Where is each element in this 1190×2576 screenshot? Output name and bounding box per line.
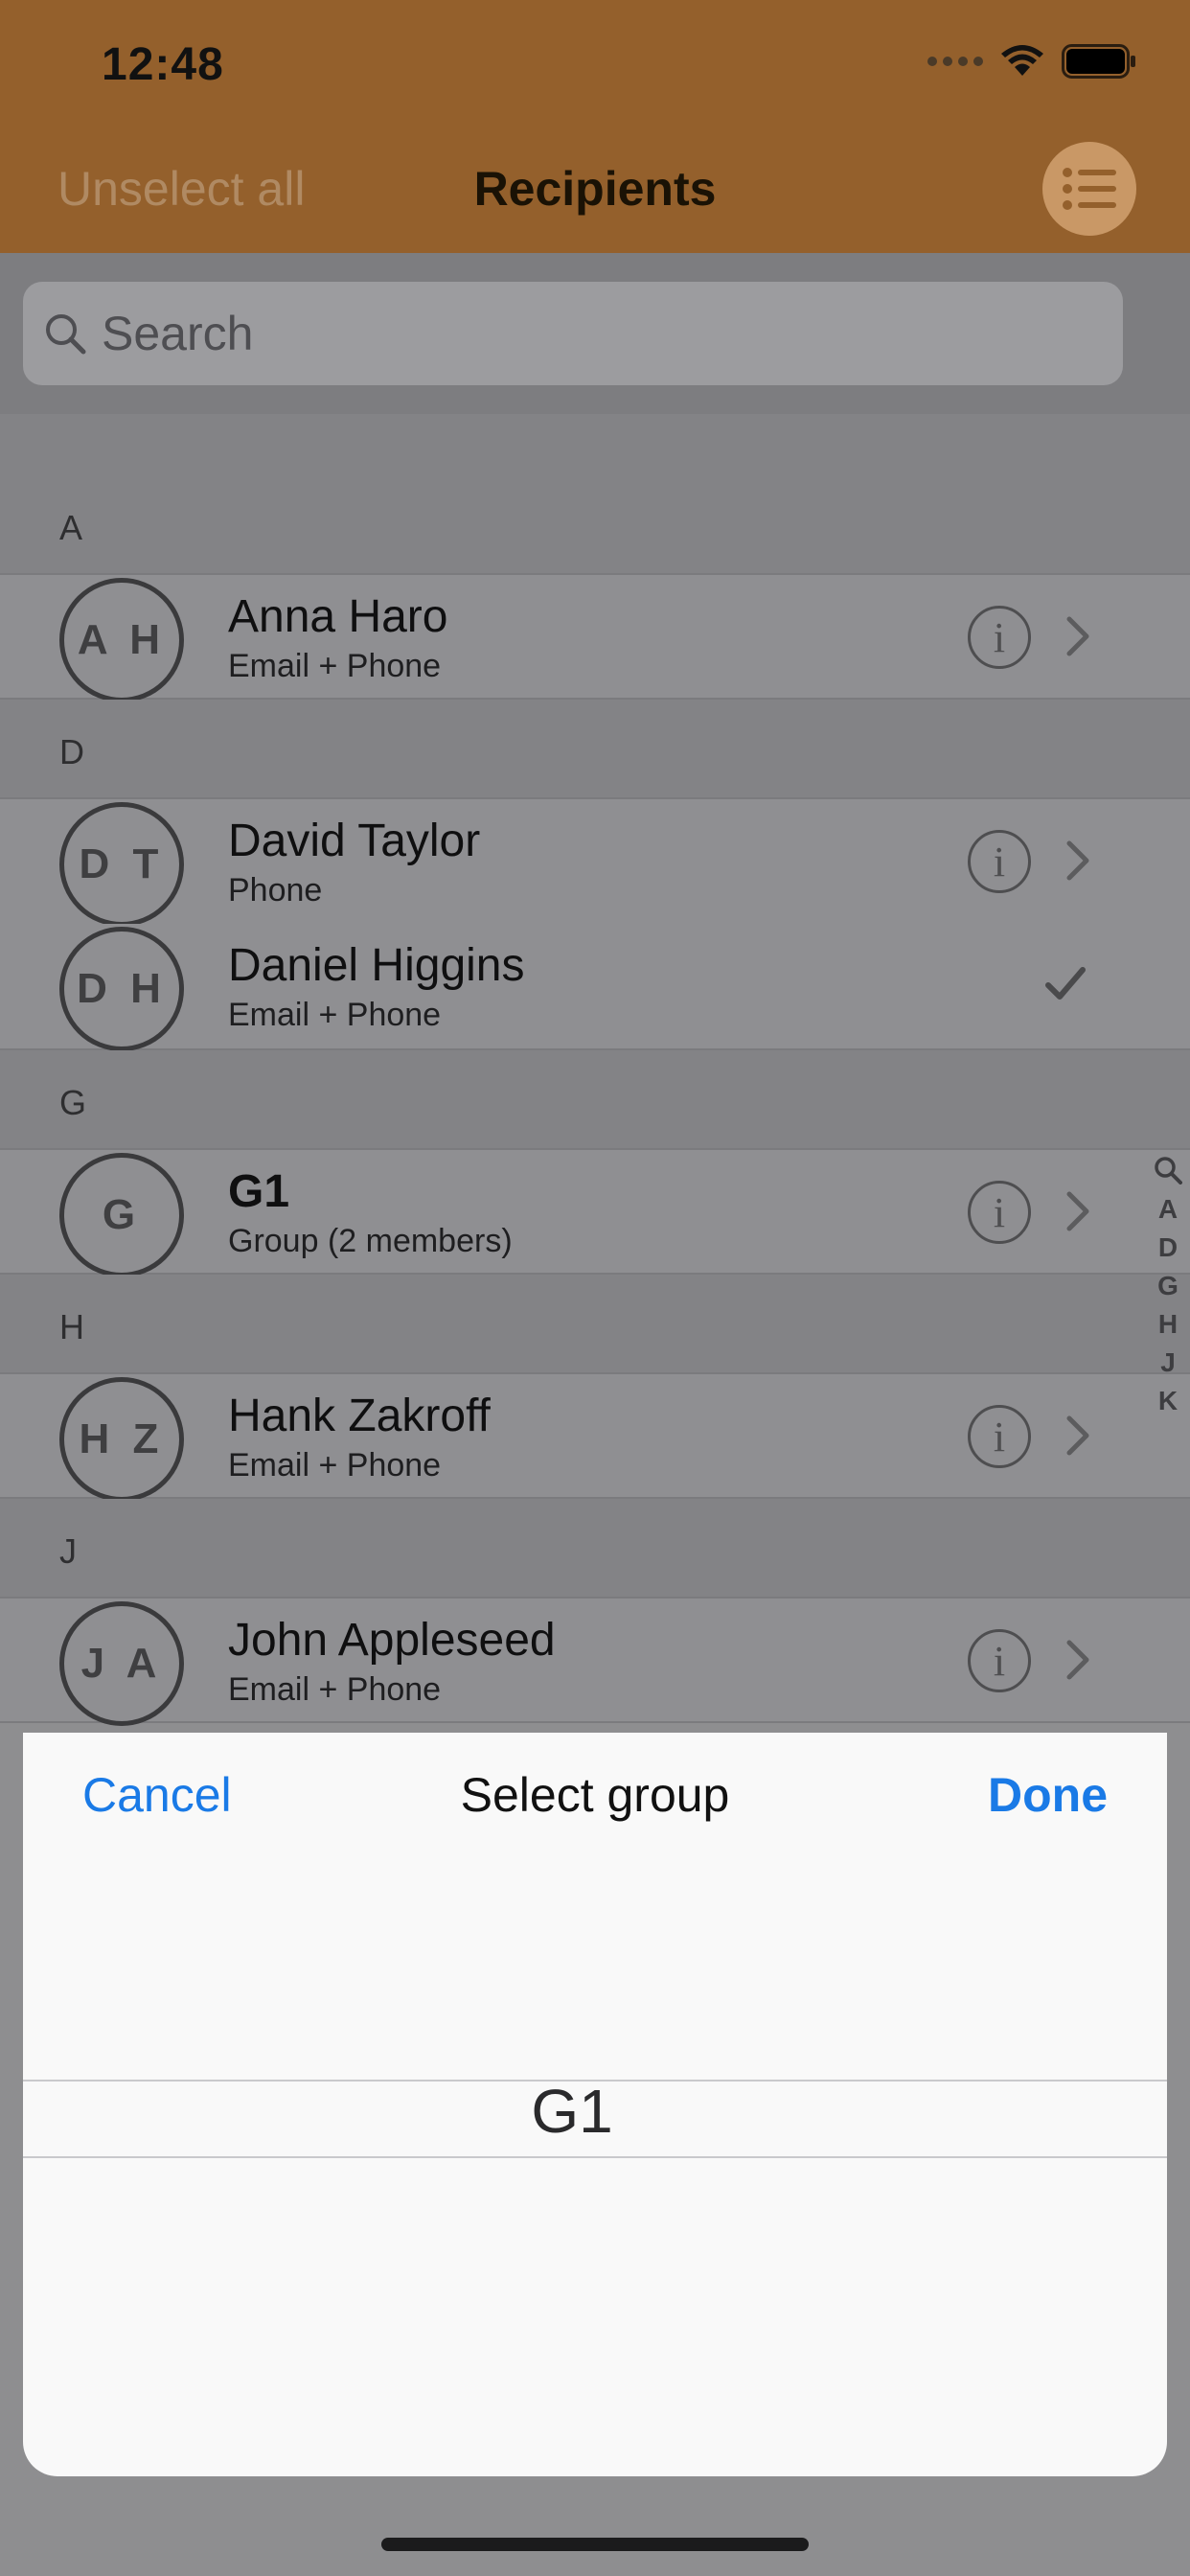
index-letter[interactable]: G (1146, 1271, 1190, 1309)
done-button[interactable]: Done (988, 1767, 1108, 1823)
contact-detail: Email + Phone (228, 648, 442, 684)
recipients-list: A A H Anna Haro Email + Phone i D D T Da… (0, 414, 1190, 1726)
group-detail: Group (2 members) (228, 1223, 513, 1259)
contact-name: David Taylor (228, 816, 481, 866)
index-letter[interactable]: A (1146, 1194, 1190, 1232)
index-letter[interactable]: K (1146, 1386, 1190, 1424)
info-icon[interactable]: i (968, 1405, 1031, 1468)
group-row-g1[interactable]: G G1 Group (2 members) i (0, 1148, 1190, 1277)
section-letter: H (59, 1307, 84, 1346)
section-header-j: J (0, 1499, 1190, 1597)
page-title: Recipients (473, 162, 717, 216)
contact-name: Daniel Higgins (228, 940, 525, 991)
contact-row-hank-zakroff[interactable]: H Z Hank Zakroff Email + Phone i (0, 1372, 1190, 1502)
contact-detail: Phone (228, 872, 323, 908)
search-field[interactable] (23, 282, 1123, 385)
list-icon (1063, 168, 1116, 210)
section-header-a: A (0, 414, 1190, 573)
chevron-right-icon (1066, 1640, 1089, 1680)
home-indicator (381, 2538, 809, 2551)
chevron-right-icon (1066, 840, 1089, 881)
cellular-signal-icon (927, 57, 983, 66)
info-icon[interactable]: i (968, 606, 1031, 669)
index-letter[interactable]: H (1146, 1309, 1190, 1347)
chevron-right-icon (1066, 616, 1089, 656)
contact-name: Anna Haro (228, 591, 448, 642)
info-icon[interactable]: i (968, 1629, 1031, 1692)
picker-divider-bottom (23, 2156, 1167, 2158)
search-icon (46, 314, 86, 355)
section-header-d: D (0, 700, 1190, 797)
section-letter: D (59, 732, 84, 771)
avatar: J A (59, 1601, 184, 1726)
contact-detail: Email + Phone (228, 1671, 442, 1708)
info-icon[interactable]: i (968, 1181, 1031, 1244)
search-input[interactable] (102, 306, 1060, 361)
section-header-h: H (0, 1275, 1190, 1372)
chevron-right-icon (1066, 1191, 1089, 1231)
section-letter: J (59, 1531, 77, 1571)
avatar: D H (59, 927, 184, 1051)
chevron-right-icon (1066, 1415, 1089, 1456)
contact-detail: Email + Phone (228, 997, 442, 1033)
contact-row-john-appleseed[interactable]: J A John Appleseed Email + Phone i (0, 1597, 1190, 1726)
contact-detail: Email + Phone (228, 1447, 442, 1484)
group-picker-selected[interactable]: G1 (0, 2076, 1144, 2147)
index-letter[interactable]: J (1146, 1347, 1190, 1386)
avatar: A H (59, 578, 184, 702)
checkmark-icon (1045, 967, 1086, 1000)
contact-row-daniel-higgins[interactable]: D H Daniel Higgins Email + Phone (0, 924, 1190, 1051)
index-search-icon[interactable] (1146, 1156, 1190, 1194)
status-time: 12:48 (102, 39, 224, 90)
status-icons (927, 42, 1136, 80)
avatar: H Z (59, 1377, 184, 1502)
contact-row-anna-haro[interactable]: A H Anna Haro Email + Phone i (0, 573, 1190, 702)
navigation-bar: 12:48 Unselect all Recipients (0, 0, 1190, 253)
group-name: G1 (228, 1166, 290, 1217)
avatar: D T (59, 802, 184, 927)
search-area (0, 253, 1190, 414)
contact-row-david-taylor[interactable]: D T David Taylor Phone i (0, 797, 1190, 927)
battery-icon (1062, 44, 1135, 79)
index-letter[interactable]: D (1146, 1232, 1190, 1271)
list-menu-button[interactable] (1042, 142, 1136, 236)
wifi-icon (1001, 45, 1043, 76)
contact-name: John Appleseed (228, 1615, 556, 1666)
info-icon[interactable]: i (968, 830, 1031, 893)
section-header-g: G (0, 1050, 1190, 1148)
section-letter: G (59, 1083, 87, 1122)
section-index[interactable]: A D G H J K (1146, 1156, 1190, 1424)
section-letter: A (59, 508, 83, 547)
contact-name: Hank Zakroff (228, 1391, 491, 1441)
avatar: G (59, 1153, 184, 1277)
